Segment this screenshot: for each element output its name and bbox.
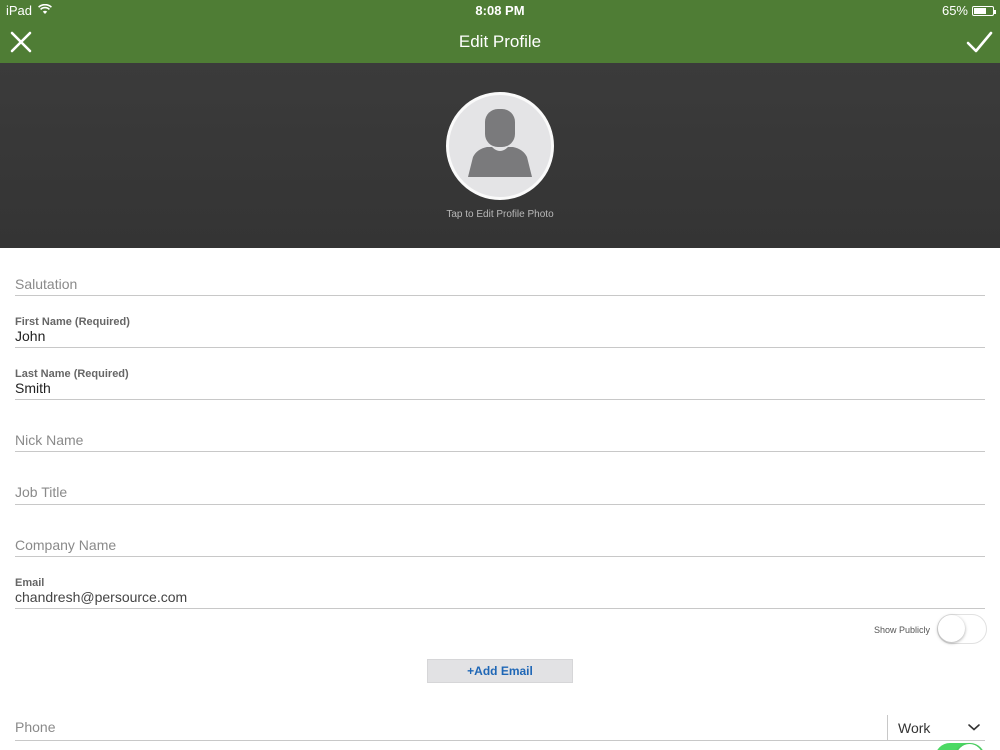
toggle-knob <box>956 744 983 750</box>
toggle-knob <box>938 615 965 642</box>
chevron-down-icon <box>968 724 980 731</box>
status-right: 65% <box>941 3 996 18</box>
nick-name-placeholder: Nick Name <box>15 432 84 448</box>
battery-icon <box>972 5 996 16</box>
phone-divider <box>15 740 985 741</box>
battery-fill <box>974 7 986 14</box>
phone-show-publicly-toggle[interactable] <box>935 743 985 750</box>
nav-bar: Edit Profile <box>0 21 1000 63</box>
email-show-publicly-toggle[interactable] <box>937 614 987 644</box>
edit-photo-caption: Tap to Edit Profile Photo <box>446 209 554 220</box>
email-value: chandresh@persource.com <box>15 589 188 605</box>
phone-type-select[interactable]: Work <box>887 715 985 741</box>
job-title-placeholder: Job Title <box>15 484 68 500</box>
status-time: 8:08 PM <box>475 3 525 18</box>
salutation-field[interactable]: Salutation <box>15 272 985 296</box>
first-name-value: John <box>15 328 46 344</box>
phone-type-value: Work <box>898 720 931 736</box>
company-name-placeholder: Company Name <box>15 537 117 553</box>
last-name-label: Last Name (Required) <box>15 368 129 380</box>
phone-placeholder: Phone <box>15 719 56 735</box>
email-field[interactable]: Email chandresh@persource.com <box>15 575 985 609</box>
last-name-value: Smith <box>15 380 51 396</box>
phone-field[interactable]: Phone <box>15 715 887 741</box>
show-publicly-label: Show Publicly <box>873 625 930 635</box>
status-bar: iPad 8:08 PM 65% <box>0 0 1000 21</box>
job-title-field[interactable]: Job Title <box>15 480 985 505</box>
person-placeholder-icon <box>468 109 532 177</box>
add-email-button[interactable]: +Add Email <box>427 659 573 683</box>
nick-name-field[interactable]: Nick Name <box>15 428 985 452</box>
salutation-placeholder: Salutation <box>15 276 78 292</box>
checkmark-icon <box>966 31 993 53</box>
first-name-field[interactable]: First Name (Required) John <box>15 314 985 348</box>
first-name-label: First Name (Required) <box>15 316 130 328</box>
page-title: Edit Profile <box>458 32 542 51</box>
profile-header: Tap to Edit Profile Photo <box>0 63 1000 248</box>
profile-photo-button[interactable] <box>446 92 554 200</box>
email-label: Email <box>15 577 45 589</box>
save-button[interactable] <box>964 27 994 57</box>
company-name-field[interactable]: Company Name <box>15 533 985 557</box>
last-name-field[interactable]: Last Name (Required) Smith <box>15 366 985 400</box>
battery-percent: 65% <box>941 3 968 18</box>
